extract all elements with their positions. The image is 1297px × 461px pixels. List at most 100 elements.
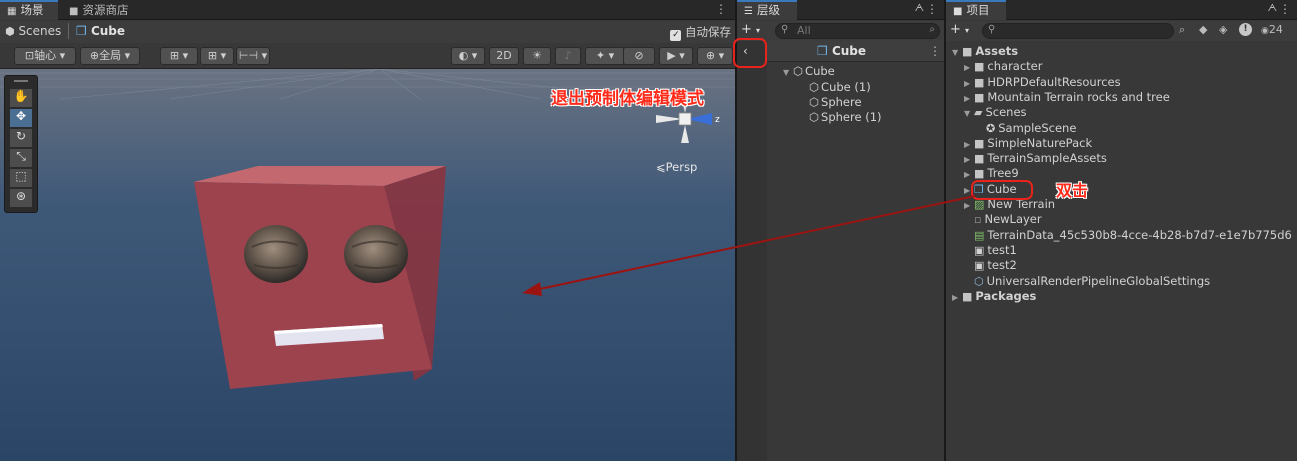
collapse-arrow-icon[interactable]: ▶: [964, 137, 974, 152]
expand-arrow-icon[interactable]: ▼: [783, 65, 793, 80]
hierarchy-item[interactable]: ⬡ Sphere (1): [809, 110, 882, 125]
collapse-arrow-icon[interactable]: ▶: [964, 152, 974, 167]
collapse-arrow-icon[interactable]: ▶: [964, 183, 974, 198]
effects-dropdown[interactable]: ✦ ▾: [585, 47, 625, 65]
project-item[interactable]: ▶ ■ HDRPDefaultResources: [964, 75, 1121, 90]
pivot-icon: ⊡: [24, 49, 35, 62]
tag-icon[interactable]: ◈: [1219, 23, 1227, 36]
folder-icon: ■: [974, 60, 985, 74]
folder-icon: ■: [962, 45, 973, 58]
project-item[interactable]: ▶ ❒ Cube: [964, 182, 1017, 197]
tab-asset-store[interactable]: ■ 资源商店: [62, 0, 135, 20]
hierarchy-search-input[interactable]: ⚲ All ⌕: [775, 23, 940, 39]
hierarchy-item[interactable]: ⬡ Cube (1): [809, 80, 871, 95]
hierarchy-tabbar: ☰ 层级 ᗅ ⋮: [737, 0, 944, 20]
search-by-label-icon[interactable]: ◆: [1199, 23, 1207, 36]
persp-icon: ⩽: [656, 160, 666, 174]
tab-project[interactable]: ■ 项目: [946, 0, 1006, 20]
visibility-toggle[interactable]: ⊘: [623, 47, 655, 65]
gameobject-icon: ⬡: [809, 80, 820, 94]
project-item-label: Mountain Terrain rocks and tree: [987, 89, 1170, 104]
draw-mode-dropdown[interactable]: ◐ ▾: [451, 47, 485, 65]
project-item[interactable]: ▤ TerrainData_45c530b8-4cce-4b28-b7d7-e1e…: [964, 228, 1292, 243]
project-item[interactable]: ▶ ■ Packages: [952, 289, 1036, 304]
scene-viewport[interactable]: ✋ ✥ ↻ ⤡ ⬚ ⊛ z ⩽Persp: [0, 69, 735, 461]
search-by-type-icon[interactable]: ⌕: [1179, 23, 1185, 37]
grid-snap-button[interactable]: ⊞ ▾: [160, 47, 198, 65]
script-icon: ▣: [974, 243, 985, 257]
global-dropdown[interactable]: ⊕全局 ▾: [80, 47, 140, 65]
project-item[interactable]: ▶ ▨ New Terrain: [964, 197, 1055, 212]
grid-icon: ▦: [7, 6, 17, 17]
visible-count[interactable]: ◉24: [1261, 23, 1283, 36]
lighting-toggle[interactable]: ☀: [523, 47, 551, 65]
collapse-arrow-icon[interactable]: ▶: [964, 167, 974, 182]
search-filter-icon[interactable]: ⌕: [929, 24, 935, 35]
collapse-arrow-icon[interactable]: ▶: [964, 198, 974, 213]
expand-arrow-icon[interactable]: ▼: [964, 106, 974, 121]
snap-settings-button[interactable]: ⊢⊣ ▾: [236, 47, 270, 65]
hierarchy-item[interactable]: ⬡ Sphere: [809, 95, 862, 110]
project-item[interactable]: ▼ ▰ Scenes: [964, 105, 1027, 120]
hierarchy-menu-icon[interactable]: ⋮: [926, 2, 938, 16]
checkbox-icon: ✓: [670, 30, 682, 41]
create-button[interactable]: + ▾: [950, 22, 969, 37]
project-item[interactable]: ⬡ UniversalRenderPipelineGlobalSettings: [964, 274, 1210, 289]
expand-arrow-icon[interactable]: ▼: [952, 45, 962, 60]
project-item-label: UniversalRenderPipelineGlobalSettings: [986, 273, 1211, 288]
autosave-toggle[interactable]: ✓ 自动保存: [670, 24, 731, 41]
project-item[interactable]: ✪ SampleScene: [976, 121, 1076, 136]
add-button[interactable]: + ▾: [741, 22, 760, 37]
back-button[interactable]: [737, 41, 767, 461]
project-search-input[interactable]: ⚲: [982, 23, 1174, 39]
collapse-arrow-icon[interactable]: ▶: [964, 60, 974, 75]
terrain-layer-icon: ▫: [974, 213, 982, 227]
toggle-2d-button[interactable]: 2D: [489, 47, 519, 65]
collapse-arrow-icon[interactable]: ▶: [964, 76, 974, 91]
project-item[interactable]: ▶ ■ TerrainSampleAssets: [964, 151, 1107, 166]
prefab-menu-icon[interactable]: ⋮: [929, 44, 941, 58]
rotate-tool-icon[interactable]: ↻: [10, 129, 32, 147]
snap-increment-button[interactable]: ⊞ ▾: [200, 47, 234, 65]
scene-menu-icon[interactable]: ⋮: [715, 2, 727, 16]
audio-toggle[interactable]: ♪: [555, 47, 581, 65]
hierarchy-item[interactable]: ▼ ⬡ Cube: [783, 64, 835, 79]
project-item[interactable]: ▣ test2: [964, 258, 1017, 273]
search-placeholder: All: [797, 24, 811, 37]
gizmos-dropdown[interactable]: ⊕ ▾: [697, 47, 733, 65]
settings-asset-icon: ⬡: [974, 274, 984, 288]
rect-tool-icon[interactable]: ⬚: [10, 169, 32, 187]
folder-icon: ■: [974, 75, 985, 89]
chevron-left-icon[interactable]: ‹: [743, 44, 748, 58]
collapse-arrow-icon[interactable]: ▶: [964, 91, 974, 106]
project-item[interactable]: ▶ ■ SimpleNaturePack: [964, 136, 1092, 151]
breadcrumb-prefab[interactable]: ❒ Cube: [76, 24, 125, 38]
project-item[interactable]: ▼ ■ Assets: [952, 44, 1018, 59]
info-icon[interactable]: !: [1239, 23, 1252, 36]
tab-hierarchy[interactable]: ☰ 层级: [737, 0, 797, 20]
project-item[interactable]: ▫ NewLayer: [964, 212, 1042, 227]
project-menu-icon[interactable]: ⋮: [1279, 2, 1291, 16]
lock-icon[interactable]: ᗅ: [915, 3, 924, 14]
camera-dropdown[interactable]: ▶ ▾: [659, 47, 693, 65]
annotation-exit-prefab: 退出预制体编辑模式: [551, 89, 704, 109]
tab-scene[interactable]: ▦ 场景: [0, 0, 58, 20]
gameobject-icon: ⬡: [793, 64, 804, 78]
move-tool-icon[interactable]: ✥: [10, 109, 32, 127]
project-search-row: + ▾ ⚲ ⌕ ◆ ◈ ! ◉24: [946, 21, 1297, 41]
project-item[interactable]: ▶ ■ Tree9: [964, 166, 1019, 181]
breadcrumb-scenes[interactable]: ⬢ Scenes: [5, 24, 61, 38]
scale-tool-icon[interactable]: ⤡: [10, 149, 32, 167]
script-icon: ▣: [974, 259, 985, 273]
folder-icon: ■: [974, 90, 985, 104]
hand-tool-icon[interactable]: ✋: [10, 89, 32, 107]
pivot-dropdown[interactable]: ⊡轴心 ▾: [14, 47, 76, 65]
transform-tool-icon[interactable]: ⊛: [10, 189, 32, 207]
project-item[interactable]: ▶ ■ character: [964, 59, 1042, 74]
persp-label[interactable]: ⩽Persp: [656, 160, 697, 174]
list-icon: ☰: [744, 6, 753, 17]
project-item[interactable]: ▣ test1: [964, 243, 1017, 258]
collapse-arrow-icon[interactable]: ▶: [952, 290, 962, 305]
lock-icon[interactable]: ᗅ: [1268, 3, 1277, 14]
project-item[interactable]: ▶ ■ Mountain Terrain rocks and tree: [964, 90, 1170, 105]
